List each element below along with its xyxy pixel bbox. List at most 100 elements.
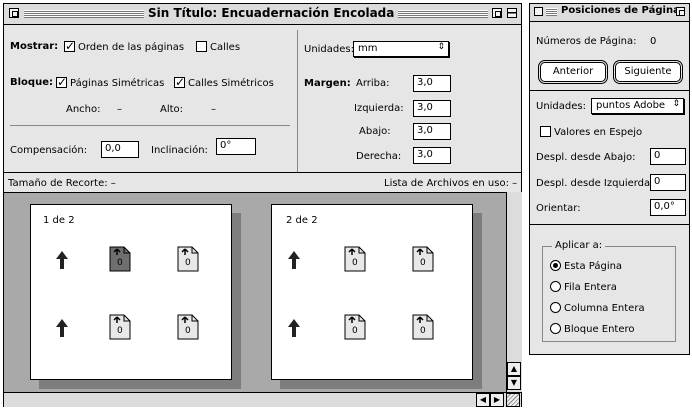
unidades-label: Unidades: <box>536 101 586 112</box>
popup-arrows-icon: ⇕ <box>672 99 680 109</box>
unidades-value: puntos Adobe <box>596 100 666 111</box>
izquierda-field[interactable]: 3,0 <box>413 100 451 117</box>
despl-abajo-field[interactable]: 0 <box>650 148 686 165</box>
page-number: 0 <box>185 258 191 268</box>
abajo-label: Abajo: <box>359 126 391 137</box>
option-bloque-entero[interactable]: Bloque Entero <box>550 323 635 335</box>
option-label: Bloque Entero <box>564 324 635 335</box>
calles-simetricos-checkbox[interactable]: Calles Simétricos <box>174 75 274 89</box>
main-window: Sin Título: Encuadernación Encolada Most… <box>3 3 522 407</box>
page-icon[interactable]: 0 <box>412 246 434 272</box>
resize-grip-icon[interactable] <box>506 393 520 407</box>
despl-abajo-label: Despl. desde Abajo: <box>536 152 636 163</box>
ancho-label: Ancho: <box>66 104 101 115</box>
page-icon[interactable]: 0 <box>412 314 434 340</box>
layout-canvas[interactable]: 1 de 2 0 0 0 0 2 de 2 0 0 0 0 <box>4 192 506 393</box>
main-title-bar[interactable]: Sin Título: Encuadernación Encolada <box>4 4 521 25</box>
option-label: Fila Entera <box>564 282 617 293</box>
page-number: 0 <box>352 326 358 336</box>
numeros-pagina-value: 0 <box>650 36 657 47</box>
checkbox-icon[interactable] <box>174 75 185 89</box>
alto-value: – <box>211 104 216 115</box>
derecha-label: Derecha: <box>356 151 402 162</box>
bloque-label: Bloque: <box>10 77 53 88</box>
spread-label: 2 de 2 <box>286 215 318 226</box>
radio-icon[interactable] <box>550 281 561 292</box>
alto-label: Alto: <box>160 104 184 115</box>
unidades-value: mm <box>358 43 378 54</box>
scroll-right-icon[interactable]: ▶ <box>490 393 504 407</box>
paginas-simetricas-checkbox[interactable]: Páginas Simétricas <box>56 75 165 89</box>
page-number: 0 <box>117 258 123 268</box>
spread-2[interactable]: 2 de 2 0 0 0 0 <box>271 204 473 380</box>
up-arrow-icon <box>56 319 68 337</box>
numeros-pagina-label: Números de Página: <box>536 36 637 47</box>
despl-izquierda-field[interactable]: 0 <box>650 174 686 191</box>
arriba-field[interactable]: 3,0 <box>413 75 451 92</box>
option-fila-entera[interactable]: Fila Entera <box>550 281 617 293</box>
orientar-field[interactable]: 0,0° <box>650 199 686 216</box>
page-number: 0 <box>352 258 358 268</box>
page-icon[interactable]: 0 <box>344 314 366 340</box>
scroll-left-icon[interactable]: ◀ <box>476 393 490 407</box>
collapse-box-icon[interactable] <box>492 8 502 18</box>
horizontal-scrollbar[interactable]: ◀ ▶ <box>4 392 521 407</box>
page-icon[interactable]: 0 <box>177 314 199 340</box>
window-title: Sin Título: Encuadernación Encolada <box>144 6 399 20</box>
calles-label: Calles <box>210 42 241 53</box>
up-arrow-icon <box>288 251 300 269</box>
orden-paginas-label: Orden de las páginas <box>78 42 185 53</box>
calles-checkbox[interactable]: Calles <box>196 41 240 53</box>
collapse-box-icon[interactable] <box>676 7 685 16</box>
vertical-divider <box>297 30 298 172</box>
siguiente-button[interactable]: Siguiente <box>615 62 681 82</box>
divider <box>530 90 689 91</box>
checkbox-icon[interactable] <box>196 41 207 52</box>
status-divider-top <box>4 172 521 173</box>
orden-paginas-checkbox[interactable]: Orden de las páginas <box>64 39 185 53</box>
radio-icon[interactable] <box>550 323 561 334</box>
izquierda-label: Izquierda: <box>354 103 404 114</box>
unidades-label: Unidades: <box>304 44 354 55</box>
close-box-icon[interactable] <box>534 7 543 16</box>
spread-1[interactable]: 1 de 2 0 0 0 0 <box>30 204 232 380</box>
margen-label: Margen: <box>304 78 351 89</box>
inclinacion-field[interactable]: 0° <box>216 138 256 155</box>
zoom-box-icon[interactable] <box>507 8 517 18</box>
ancho-value: – <box>117 104 122 115</box>
option-columna-entera[interactable]: Columna Entera <box>550 302 645 314</box>
up-arrow-icon <box>56 251 68 269</box>
aplicar-label: Aplicar a: <box>552 240 606 251</box>
vertical-scrollbar[interactable]: ▲ ▼ <box>506 192 522 392</box>
compensacion-field[interactable]: 0,0 <box>101 141 139 158</box>
checkbox-icon[interactable] <box>56 75 67 89</box>
page-icon[interactable]: 0 <box>109 314 131 340</box>
palette-title-bar[interactable]: Posiciones de Página <box>530 4 689 22</box>
unidades-popup[interactable]: puntos Adobe ⇕ <box>591 98 684 114</box>
page-number: 0 <box>117 326 123 336</box>
scroll-down-icon[interactable]: ▼ <box>507 376 521 390</box>
mostrar-label: Mostrar: <box>10 41 59 52</box>
inclinacion-label: Inclinación: <box>151 145 208 156</box>
checkbox-icon[interactable] <box>64 39 75 53</box>
arriba-label: Arriba: <box>356 78 390 89</box>
radio-icon[interactable] <box>550 260 561 271</box>
page-icon[interactable]: 0 <box>109 246 131 272</box>
paginas-simetricas-label: Páginas Simétricas <box>70 78 165 89</box>
scroll-up-icon[interactable]: ▲ <box>507 362 521 376</box>
close-box-icon[interactable] <box>9 8 19 18</box>
abajo-field[interactable]: 3,0 <box>413 123 451 140</box>
page-icon[interactable]: 0 <box>344 246 366 272</box>
radio-icon[interactable] <box>550 302 561 313</box>
option-esta-pagina[interactable]: Esta Página <box>550 260 622 272</box>
tamano-recorte-label: Tamaño de Recorte: – <box>8 178 116 189</box>
option-label: Columna Entera <box>564 303 645 314</box>
spread-label: 1 de 2 <box>43 215 75 226</box>
calles-simetricos-label: Calles Simétricos <box>188 78 274 89</box>
page-icon[interactable]: 0 <box>177 246 199 272</box>
anterior-button[interactable]: Anterior <box>540 62 606 82</box>
unidades-popup[interactable]: mm ⇕ <box>353 41 449 57</box>
checkbox-icon[interactable] <box>540 126 551 137</box>
valores-espejo-checkbox[interactable]: Valores en Espejo <box>540 126 642 138</box>
derecha-field[interactable]: 3,0 <box>413 147 451 164</box>
